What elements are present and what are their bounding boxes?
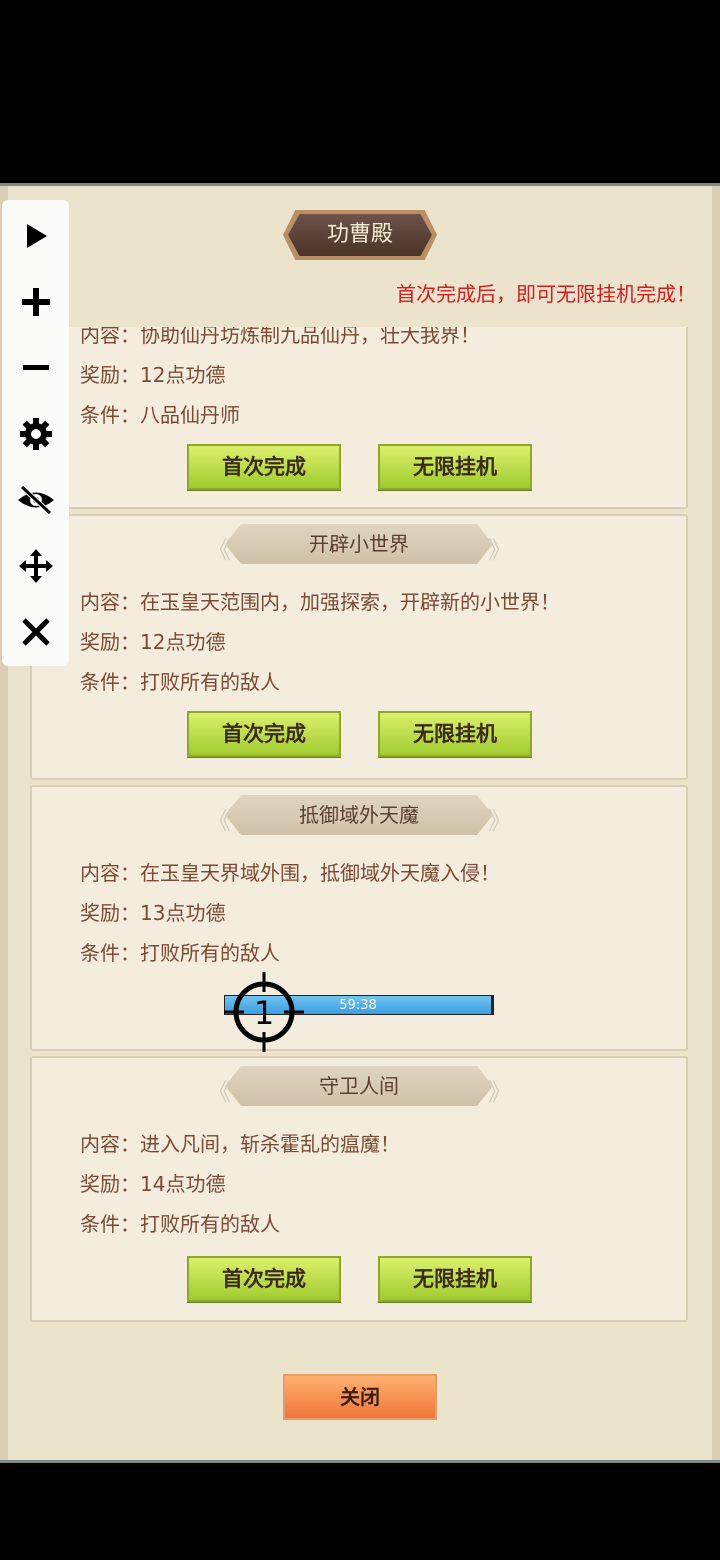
task-reward: 奖励：14点功德 — [80, 1172, 226, 1196]
chevron-left-icon: 《 — [207, 807, 231, 835]
task-header: 《 抵御域外天魔 》 — [207, 795, 512, 835]
task-content: 内容：在玉皇天界域外围，抵御域外天魔入侵！ — [80, 861, 500, 885]
close-button[interactable]: 关闭 — [283, 1374, 437, 1420]
idle-complete-button[interactable]: 无限挂机 — [378, 444, 532, 490]
plus-icon[interactable] — [2, 269, 69, 335]
task-content: 内容：在玉皇天范围内，加强探索，开辟新的小世界！ — [80, 590, 560, 614]
first-complete-button[interactable]: 首次完成 — [187, 444, 341, 490]
task-card: 《 开辟小世界 》 内容：在玉皇天范围内，加强探索，开辟新的小世界！ 奖励：12… — [30, 514, 688, 780]
task-reward: 奖励：12点功德 — [80, 363, 226, 387]
chevron-right-icon: 》 — [488, 807, 512, 835]
crosshair-icon[interactable]: 1 — [224, 972, 304, 1052]
chevron-right-icon: 》 — [488, 536, 512, 564]
notice-text: 首次完成后，即可无限挂机完成！ — [396, 282, 696, 306]
task-reward: 奖励：13点功德 — [80, 901, 226, 925]
task-card: 《 抵御域外天魔 》 内容：在玉皇天界域外围，抵御域外天魔入侵！ 奖励：13点功… — [30, 785, 688, 1052]
task-content: 内容：协助仙丹坊炼制九品仙丹，壮大我界！ — [80, 327, 480, 347]
task-header: 《 开辟小世界 》 — [207, 524, 512, 564]
chevron-left-icon: 《 — [207, 1078, 231, 1106]
task-reward: 奖励：12点功德 — [80, 630, 226, 654]
panel-edge-right — [712, 186, 720, 1460]
minus-icon[interactable] — [2, 335, 69, 401]
task-list[interactable]: 内容：协助仙丹坊炼制九品仙丹，壮大我界！ 奖励：12点功德 条件：八品仙丹师 首… — [30, 327, 690, 1323]
first-complete-button[interactable]: 首次完成 — [187, 1256, 341, 1302]
floating-toolbar — [2, 200, 69, 666]
idle-complete-button[interactable]: 无限挂机 — [378, 711, 532, 757]
task-condition: 条件：八品仙丹师 — [80, 403, 240, 427]
chevron-right-icon: 》 — [488, 1078, 512, 1106]
task-condition: 条件：打败所有的敌人 — [80, 941, 280, 965]
target-count: 1 — [254, 994, 274, 1032]
eye-off-icon[interactable] — [2, 467, 69, 533]
play-icon[interactable] — [2, 203, 69, 269]
task-content: 内容：进入凡间，斩杀霍乱的瘟魔！ — [80, 1132, 400, 1156]
task-condition: 条件：打败所有的敌人 — [80, 670, 280, 694]
task-name: 守卫人间 — [225, 1066, 493, 1106]
task-card: 《 守卫人间 》 内容：进入凡间，斩杀霍乱的瘟魔！ 奖励：14点功德 条件：打败… — [30, 1056, 688, 1322]
task-card: 内容：协助仙丹坊炼制九品仙丹，壮大我界！ 奖励：12点功德 条件：八品仙丹师 首… — [30, 327, 688, 509]
task-name: 开辟小世界 — [225, 524, 493, 564]
task-header: 《 守卫人间 》 — [207, 1066, 512, 1106]
task-condition: 条件：打败所有的敌人 — [80, 1212, 280, 1236]
dialog-title: 功曹殿 — [288, 214, 432, 256]
chevron-left-icon: 《 — [207, 536, 231, 564]
close-icon[interactable] — [2, 599, 69, 665]
idle-complete-button[interactable]: 无限挂机 — [378, 1256, 532, 1302]
gear-icon[interactable] — [2, 401, 69, 467]
move-icon[interactable] — [2, 533, 69, 599]
task-name: 抵御域外天魔 — [225, 795, 493, 835]
first-complete-button[interactable]: 首次完成 — [187, 711, 341, 757]
